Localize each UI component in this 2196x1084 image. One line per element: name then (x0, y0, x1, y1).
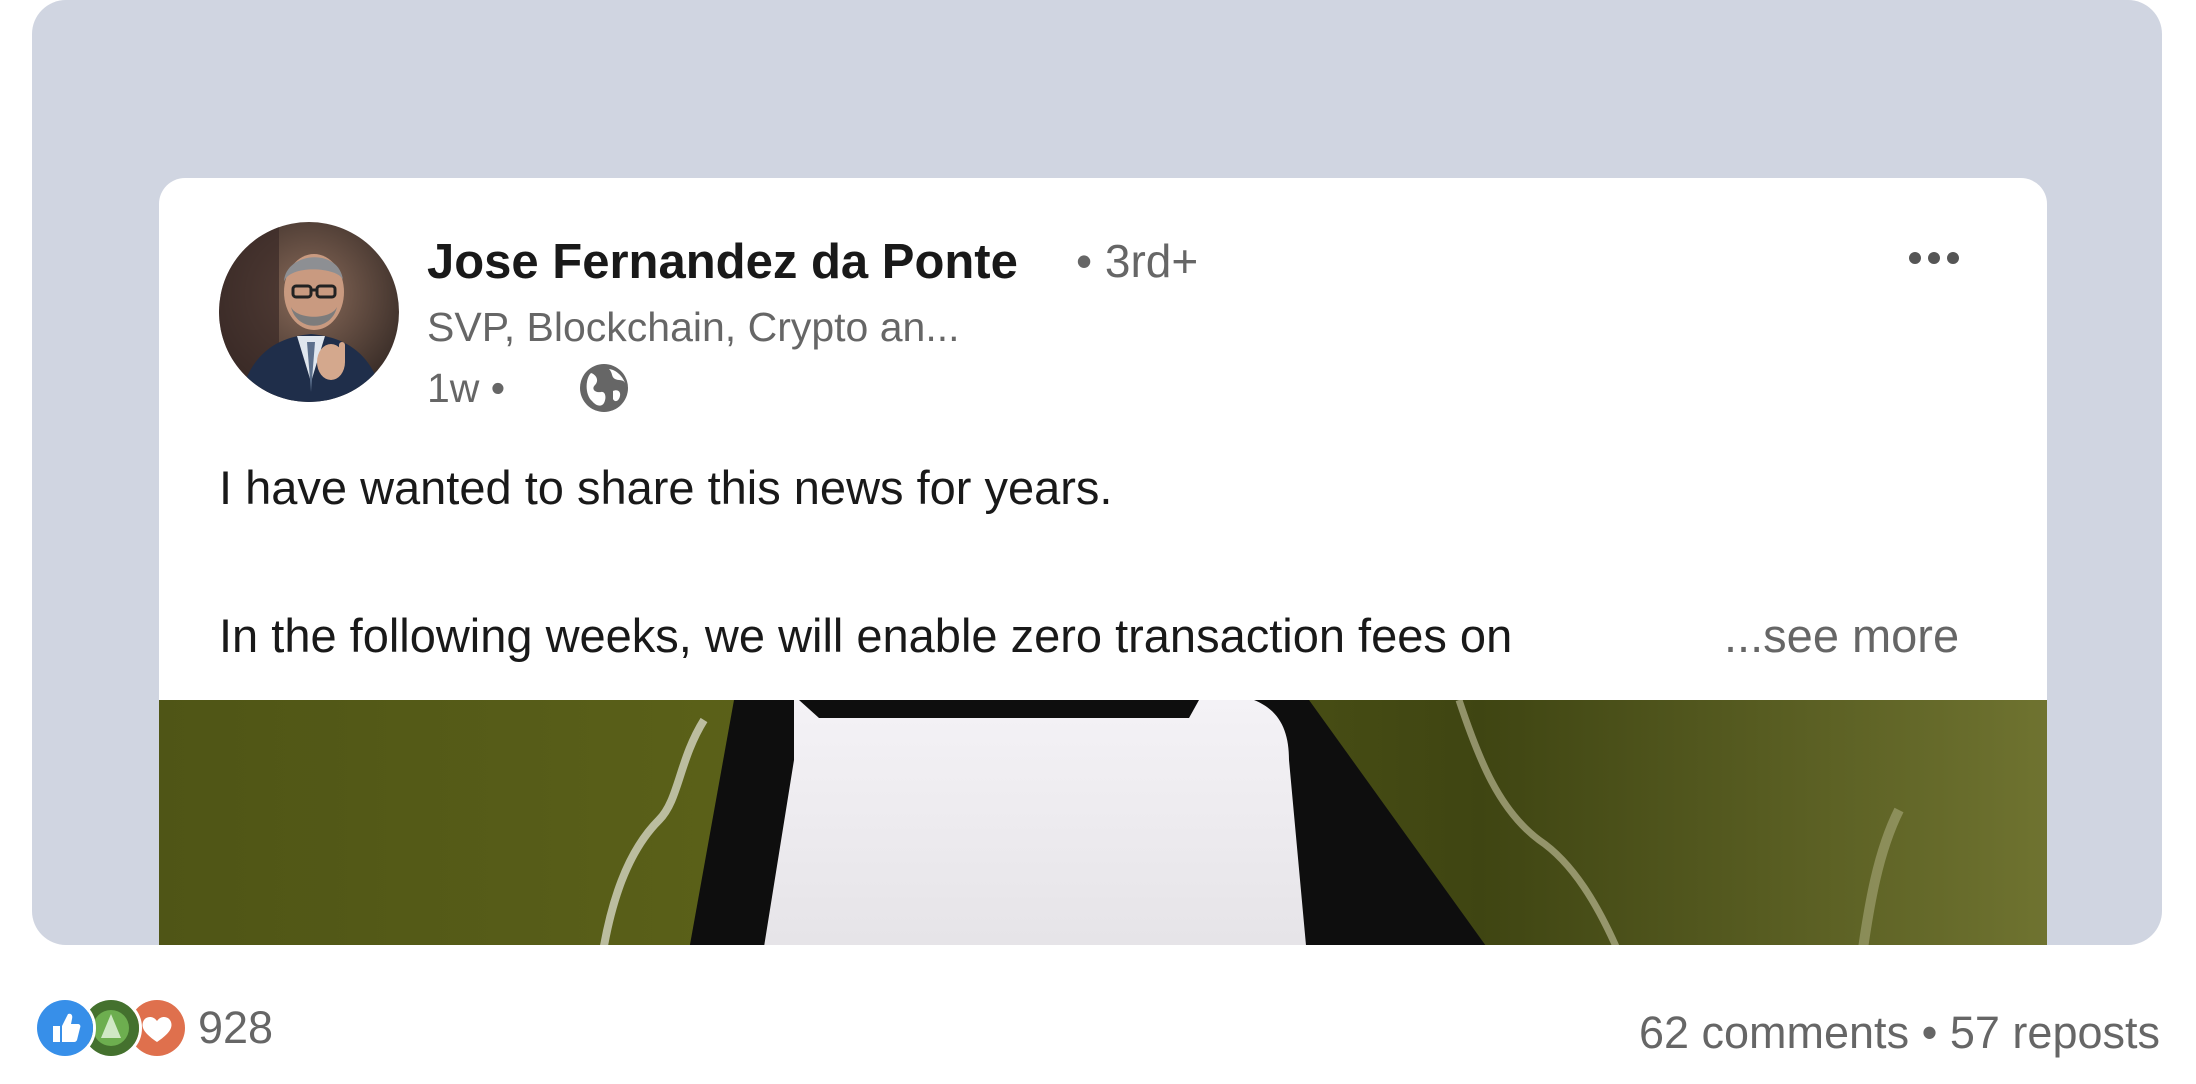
post-card: Jose Fernandez da Ponte • 3rd+ SVP, Bloc… (159, 178, 2047, 945)
reposts-count-link[interactable]: 57 reposts (1950, 1007, 2160, 1058)
reactions-summary[interactable]: 928 (34, 997, 273, 1059)
post-time: 1w • (427, 365, 506, 411)
more-options-icon[interactable] (1899, 238, 1969, 278)
connection-degree: • 3rd+ (1076, 235, 1199, 287)
like-icon (34, 997, 96, 1059)
engagement-stats: 62 comments • 57 reposts (1639, 1007, 2160, 1059)
comments-count-link[interactable]: 62 comments (1639, 1007, 1909, 1058)
globe-icon (577, 361, 631, 415)
author-avatar[interactable] (219, 222, 399, 402)
see-more-link[interactable]: ...see more (1724, 608, 1959, 663)
post-text-line-2: In the following weeks, we will enable z… (219, 609, 1513, 662)
author-headline: SVP, Blockchain, Crypto an... (427, 304, 960, 350)
post-image[interactable] (159, 700, 2047, 945)
reaction-count[interactable]: 928 (198, 1002, 273, 1054)
stats-separator: • (1921, 1007, 1938, 1058)
post-text-line-1: I have wanted to share this news for yea… (219, 461, 1113, 514)
author-name[interactable]: Jose Fernandez da Ponte (427, 234, 1018, 290)
post-preview-frame: Jose Fernandez da Ponte • 3rd+ SVP, Bloc… (32, 0, 2162, 945)
social-counts-bar: 928 62 comments • 57 reposts (0, 945, 2196, 1084)
